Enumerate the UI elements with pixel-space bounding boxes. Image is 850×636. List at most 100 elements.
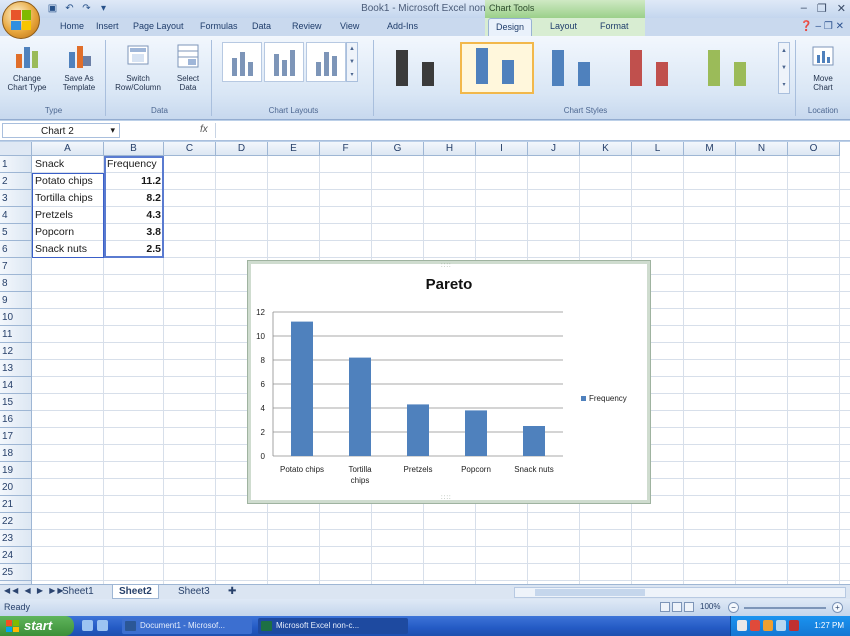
media-icon[interactable] xyxy=(97,620,108,631)
tab-layout[interactable]: Layout xyxy=(550,21,577,31)
row-header-7[interactable]: 7 xyxy=(0,258,32,275)
row-header-22[interactable]: 22 xyxy=(0,513,32,530)
column-header-g[interactable]: G xyxy=(372,142,424,156)
select-data-button[interactable]: Select Data xyxy=(168,42,208,92)
page-layout-view-icon[interactable] xyxy=(672,602,682,612)
switch-row-column-button[interactable]: Switch Row/Column xyxy=(112,42,164,92)
save-as-template-button[interactable]: Save As Template xyxy=(54,42,104,92)
row-header-4[interactable]: 4 xyxy=(0,207,32,224)
row-header-9[interactable]: 9 xyxy=(0,292,32,309)
row-header-15[interactable]: 15 xyxy=(0,394,32,411)
sheet-tab-sheet2[interactable]: Sheet2 xyxy=(112,585,159,599)
row-header-11[interactable]: 11 xyxy=(0,326,32,343)
column-header-f[interactable]: F xyxy=(320,142,372,156)
page-break-view-icon[interactable] xyxy=(684,602,694,612)
row-header-2[interactable]: 2 xyxy=(0,173,32,190)
chart-layouts-scroller[interactable]: ▲ ▼ ▾ xyxy=(346,42,358,82)
row-header-20[interactable]: 20 xyxy=(0,479,32,496)
column-header-b[interactable]: B xyxy=(104,142,164,156)
pareto-chart[interactable]: Pareto:::::::: 0 2 4 6 8 10 12 Potato chips Torti… xyxy=(247,260,651,504)
row-header-8[interactable]: 8 xyxy=(0,275,32,292)
zoom-out-icon[interactable]: − xyxy=(728,602,739,613)
column-header-e[interactable]: E xyxy=(268,142,320,156)
row-header-25[interactable]: 25 xyxy=(0,564,32,581)
column-header-k[interactable]: K xyxy=(580,142,632,156)
row-header-6[interactable]: 6 xyxy=(0,241,32,258)
row-header-18[interactable]: 18 xyxy=(0,445,32,462)
ie-icon[interactable] xyxy=(82,620,93,631)
name-box[interactable]: Chart 2 ▾ xyxy=(2,123,120,138)
scroll-thumb[interactable] xyxy=(535,589,645,596)
column-header-a[interactable]: A xyxy=(32,142,104,156)
office-button[interactable] xyxy=(2,1,40,39)
sheet-tab-sheet1[interactable]: Sheet1 xyxy=(56,585,100,599)
tab-view[interactable]: View xyxy=(340,21,359,31)
column-header-n[interactable]: N xyxy=(736,142,788,156)
zoom-in-icon[interactable]: + xyxy=(832,602,843,613)
row-header-23[interactable]: 23 xyxy=(0,530,32,547)
tab-formulas[interactable]: Formulas xyxy=(200,21,238,31)
chart-style-1[interactable] xyxy=(382,42,456,94)
chart-layout-1[interactable] xyxy=(222,42,262,82)
minimize-icon[interactable]: – xyxy=(801,2,807,15)
change-chart-type-button[interactable]: Change Chart Type xyxy=(4,42,50,92)
column-header-c[interactable]: C xyxy=(164,142,216,156)
formula-input[interactable] xyxy=(215,123,848,138)
row-header-13[interactable]: 13 xyxy=(0,360,32,377)
task-excel[interactable]: Microsoft Excel non-c... xyxy=(258,618,408,634)
tab-format[interactable]: Format xyxy=(600,21,629,31)
row-header-19[interactable]: 19 xyxy=(0,462,32,479)
tab-review[interactable]: Review xyxy=(292,21,322,31)
row-header-5[interactable]: 5 xyxy=(0,224,32,241)
row-header-12[interactable]: 12 xyxy=(0,343,32,360)
tab-data[interactable]: Data xyxy=(252,21,271,31)
chart-styles-scroller[interactable]: ▲ ▼ ▾ xyxy=(778,42,790,94)
row-header-1[interactable]: 1 xyxy=(0,156,32,173)
chart-layout-3[interactable] xyxy=(306,42,346,82)
task-document1[interactable]: Document1 - Microsof... xyxy=(122,618,252,634)
insert-sheet-icon[interactable]: ✚ xyxy=(222,585,242,599)
network-icon[interactable] xyxy=(737,620,747,631)
move-chart-button[interactable]: Move Chart xyxy=(804,42,842,92)
row-header-24[interactable]: 24 xyxy=(0,547,32,564)
volume-icon[interactable] xyxy=(776,620,786,631)
worksheet-grid[interactable]: A B C D E F G H I J K L M N O 1 2 3 4 5 6 7 8 9 10 11 12 13 14 15 16 17… xyxy=(0,142,850,584)
zoom-slider[interactable] xyxy=(744,607,826,609)
column-header-d[interactable]: D xyxy=(216,142,268,156)
help-icon[interactable]: ❓ – ❐ ✕ xyxy=(800,21,844,32)
column-header-h[interactable]: H xyxy=(424,142,476,156)
row-header-21[interactable]: 21 xyxy=(0,496,32,513)
tab-page-layout[interactable]: Page Layout xyxy=(133,21,184,31)
chart-layout-2[interactable] xyxy=(264,42,304,82)
row-header-3[interactable]: 3 xyxy=(0,190,32,207)
fx-icon[interactable]: fx xyxy=(200,124,208,135)
normal-view-icon[interactable] xyxy=(660,602,670,612)
tab-home[interactable]: Home xyxy=(60,21,84,31)
tab-insert[interactable]: Insert xyxy=(96,21,119,31)
select-all-corner[interactable] xyxy=(0,142,32,156)
antivirus-icon[interactable] xyxy=(789,620,799,631)
tab-add-ins[interactable]: Add-Ins xyxy=(387,21,418,31)
chart-style-4[interactable] xyxy=(616,42,690,94)
start-button[interactable]: start xyxy=(0,616,74,636)
column-header-j[interactable]: J xyxy=(528,142,580,156)
restore-icon[interactable]: ❐ xyxy=(817,2,827,15)
security-icon[interactable] xyxy=(750,620,760,631)
column-header-i[interactable]: I xyxy=(476,142,528,156)
update-icon[interactable] xyxy=(763,620,773,631)
cell-header-snack[interactable]: Snack xyxy=(32,156,104,173)
chart-style-5[interactable] xyxy=(694,42,768,94)
column-header-m[interactable]: M xyxy=(684,142,736,156)
row-header-14[interactable]: 14 xyxy=(0,377,32,394)
row-header-17[interactable]: 17 xyxy=(0,428,32,445)
close-icon[interactable]: ✕ xyxy=(837,2,846,15)
tab-design[interactable]: Design xyxy=(488,18,533,36)
column-header-l[interactable]: L xyxy=(632,142,684,156)
chart-style-3[interactable] xyxy=(538,42,612,94)
chart-style-2[interactable] xyxy=(460,42,534,94)
zoom-level[interactable]: 100% xyxy=(700,602,720,611)
name-box-dropdown-icon[interactable]: ▾ xyxy=(110,125,115,136)
column-header-o[interactable]: O xyxy=(788,142,840,156)
horizontal-scrollbar[interactable] xyxy=(514,587,846,598)
sheet-tab-sheet3[interactable]: Sheet3 xyxy=(172,585,216,599)
